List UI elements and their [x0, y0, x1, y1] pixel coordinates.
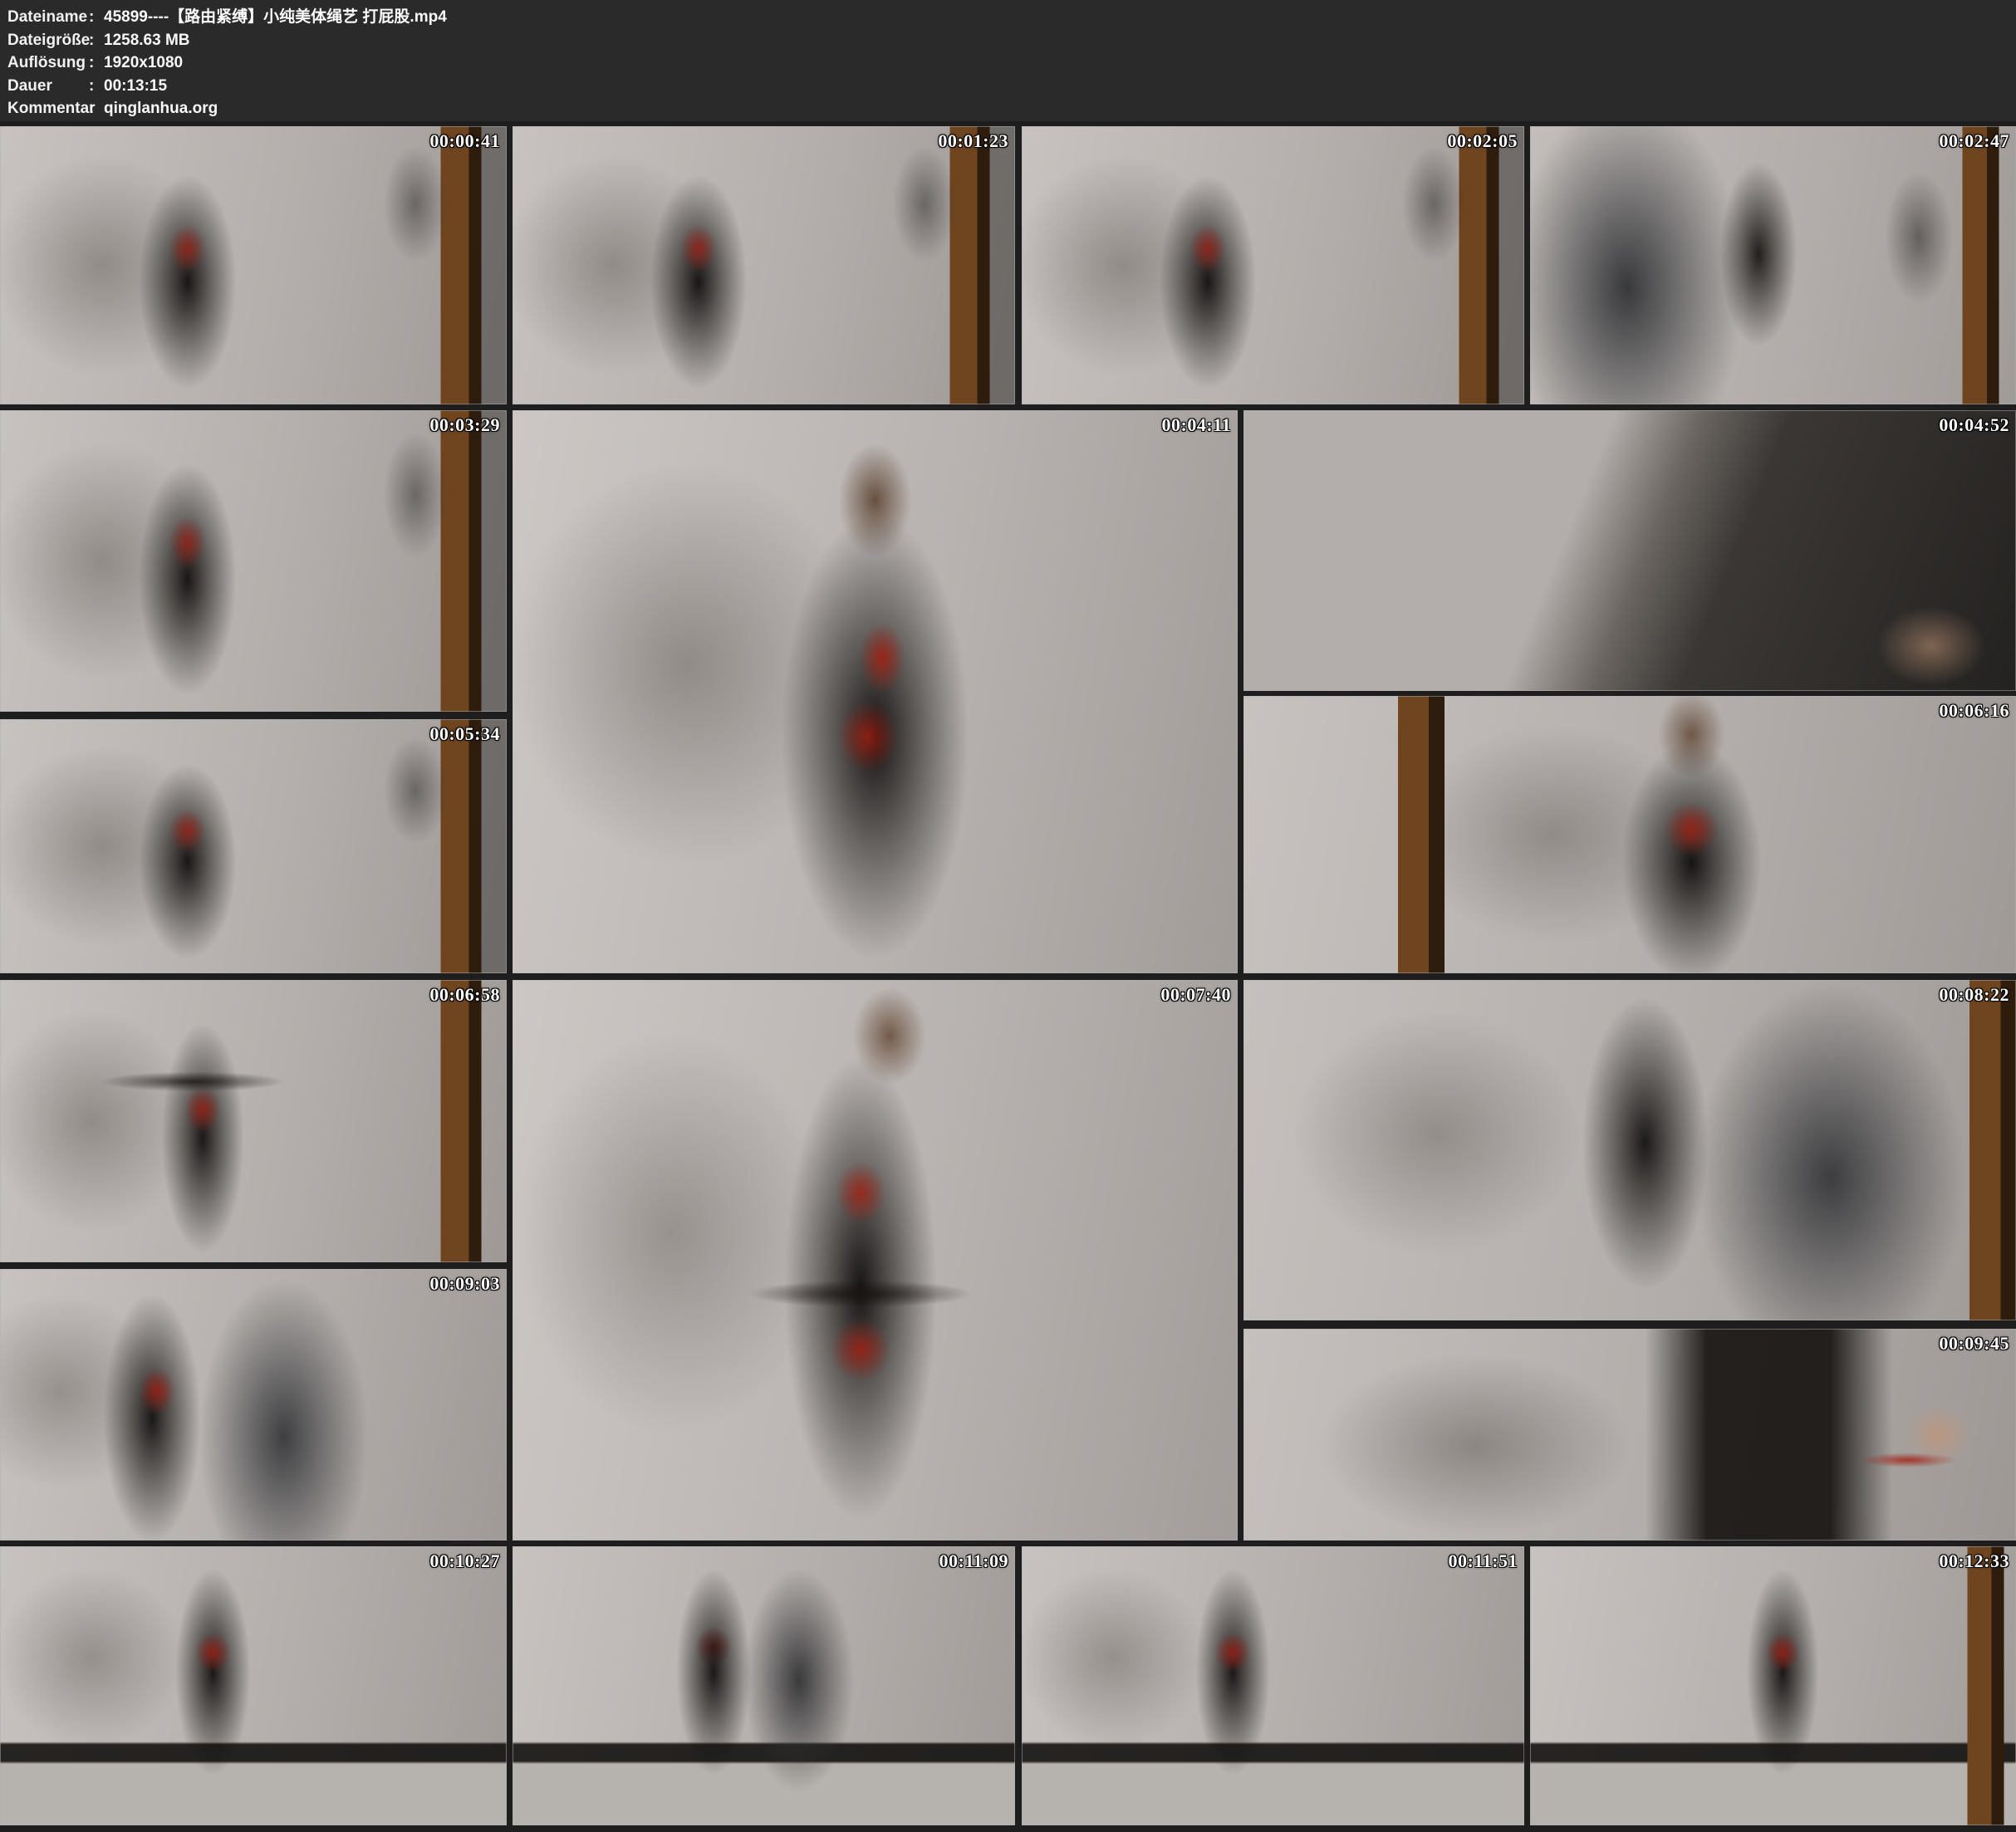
- video-thumbnail: 00:06:16: [1243, 696, 2016, 973]
- metadata-row-duration: Dauer : 00:13:15: [7, 75, 2016, 98]
- filename-separator: :: [89, 6, 104, 29]
- filename-label: Dateiname: [7, 6, 89, 29]
- timestamp-overlay: 00:02:47: [1939, 130, 2009, 152]
- timestamp-overlay: 00:04:11: [1162, 414, 1231, 436]
- video-thumbnail: 00:02:47: [1530, 126, 2016, 404]
- timestamp-overlay: 00:03:29: [429, 414, 500, 436]
- video-thumbnail: 00:09:03: [0, 1269, 507, 1541]
- timestamp-overlay: 00:09:45: [1939, 1333, 2009, 1354]
- video-thumbnail: 00:12:33: [1530, 1546, 2016, 1825]
- video-thumbnail: 00:11:51: [1022, 1546, 1524, 1825]
- timestamp-overlay: 00:06:16: [1939, 700, 2009, 722]
- timestamp-overlay: 00:05:34: [429, 723, 500, 745]
- timestamp-overlay: 00:00:41: [429, 130, 500, 152]
- video-thumbnail: 00:00:41: [0, 126, 507, 404]
- video-thumbnail: 00:03:29: [0, 410, 507, 712]
- timestamp-overlay: 00:09:03: [429, 1273, 500, 1295]
- timestamp-overlay: 00:12:33: [1939, 1550, 2009, 1572]
- video-thumbnail: 00:09:45: [1243, 1329, 2016, 1541]
- timestamp-overlay: 00:02:05: [1447, 130, 1518, 152]
- video-thumbnail: 00:10:27: [0, 1546, 507, 1825]
- duration-value: 00:13:15: [104, 75, 2016, 98]
- video-thumbnail: 00:06:58: [0, 980, 507, 1262]
- filename-value: 45899----【路由紧缚】小纯美体绳艺 打屁股.mp4: [104, 6, 2016, 29]
- comment-value: qinglanhua.org: [104, 97, 2016, 120]
- timestamp-overlay: 00:11:51: [1449, 1550, 1518, 1572]
- resolution-value: 1920x1080: [104, 51, 2016, 75]
- filesize-separator: :: [89, 29, 104, 52]
- video-thumbnail: 00:11:09: [513, 1546, 1015, 1825]
- filesize-label: Dateigröße: [7, 29, 89, 52]
- duration-label: Dauer: [7, 75, 89, 98]
- metadata-row-filesize: Dateigröße : 1258.63 MB: [7, 29, 2016, 52]
- comment-separator: :: [89, 97, 104, 120]
- video-thumbnail: 00:05:34: [0, 719, 507, 973]
- comment-label: Kommentar: [7, 97, 89, 120]
- timestamp-overlay: 00:07:40: [1160, 984, 1231, 1006]
- metadata-row-resolution: Auflösung : 1920x1080: [7, 51, 2016, 75]
- video-thumbnail: 00:01:23: [513, 126, 1015, 404]
- metadata-row-filename: Dateiname : 45899----【路由紧缚】小纯美体绳艺 打屁股.mp…: [7, 6, 2016, 29]
- filesize-value: 1258.63 MB: [104, 29, 2016, 52]
- video-thumbnail: 00:07:40: [513, 980, 1238, 1541]
- timestamp-overlay: 00:10:27: [429, 1550, 500, 1572]
- video-thumbnail: 00:08:22: [1243, 980, 2016, 1320]
- duration-separator: :: [89, 75, 104, 98]
- video-thumbnail: 00:04:52: [1243, 410, 2016, 691]
- resolution-separator: :: [89, 51, 104, 75]
- metadata-row-comment: Kommentar : qinglanhua.org: [7, 97, 2016, 120]
- timestamp-overlay: 00:01:23: [938, 130, 1008, 152]
- video-thumbnail: 00:04:11: [513, 410, 1238, 973]
- video-thumbnail: 00:02:05: [1022, 126, 1524, 404]
- timestamp-overlay: 00:06:58: [429, 984, 500, 1006]
- timestamp-overlay: 00:04:52: [1939, 414, 2009, 436]
- resolution-label: Auflösung: [7, 51, 89, 75]
- timestamp-overlay: 00:11:09: [939, 1550, 1008, 1572]
- timestamp-overlay: 00:08:22: [1939, 984, 2009, 1006]
- metadata-header: Dateiname : 45899----【路由紧缚】小纯美体绳艺 打屁股.mp…: [0, 0, 2016, 121]
- contact-sheet: { "header": { "rows": [ { "label": "Date…: [0, 0, 2016, 1832]
